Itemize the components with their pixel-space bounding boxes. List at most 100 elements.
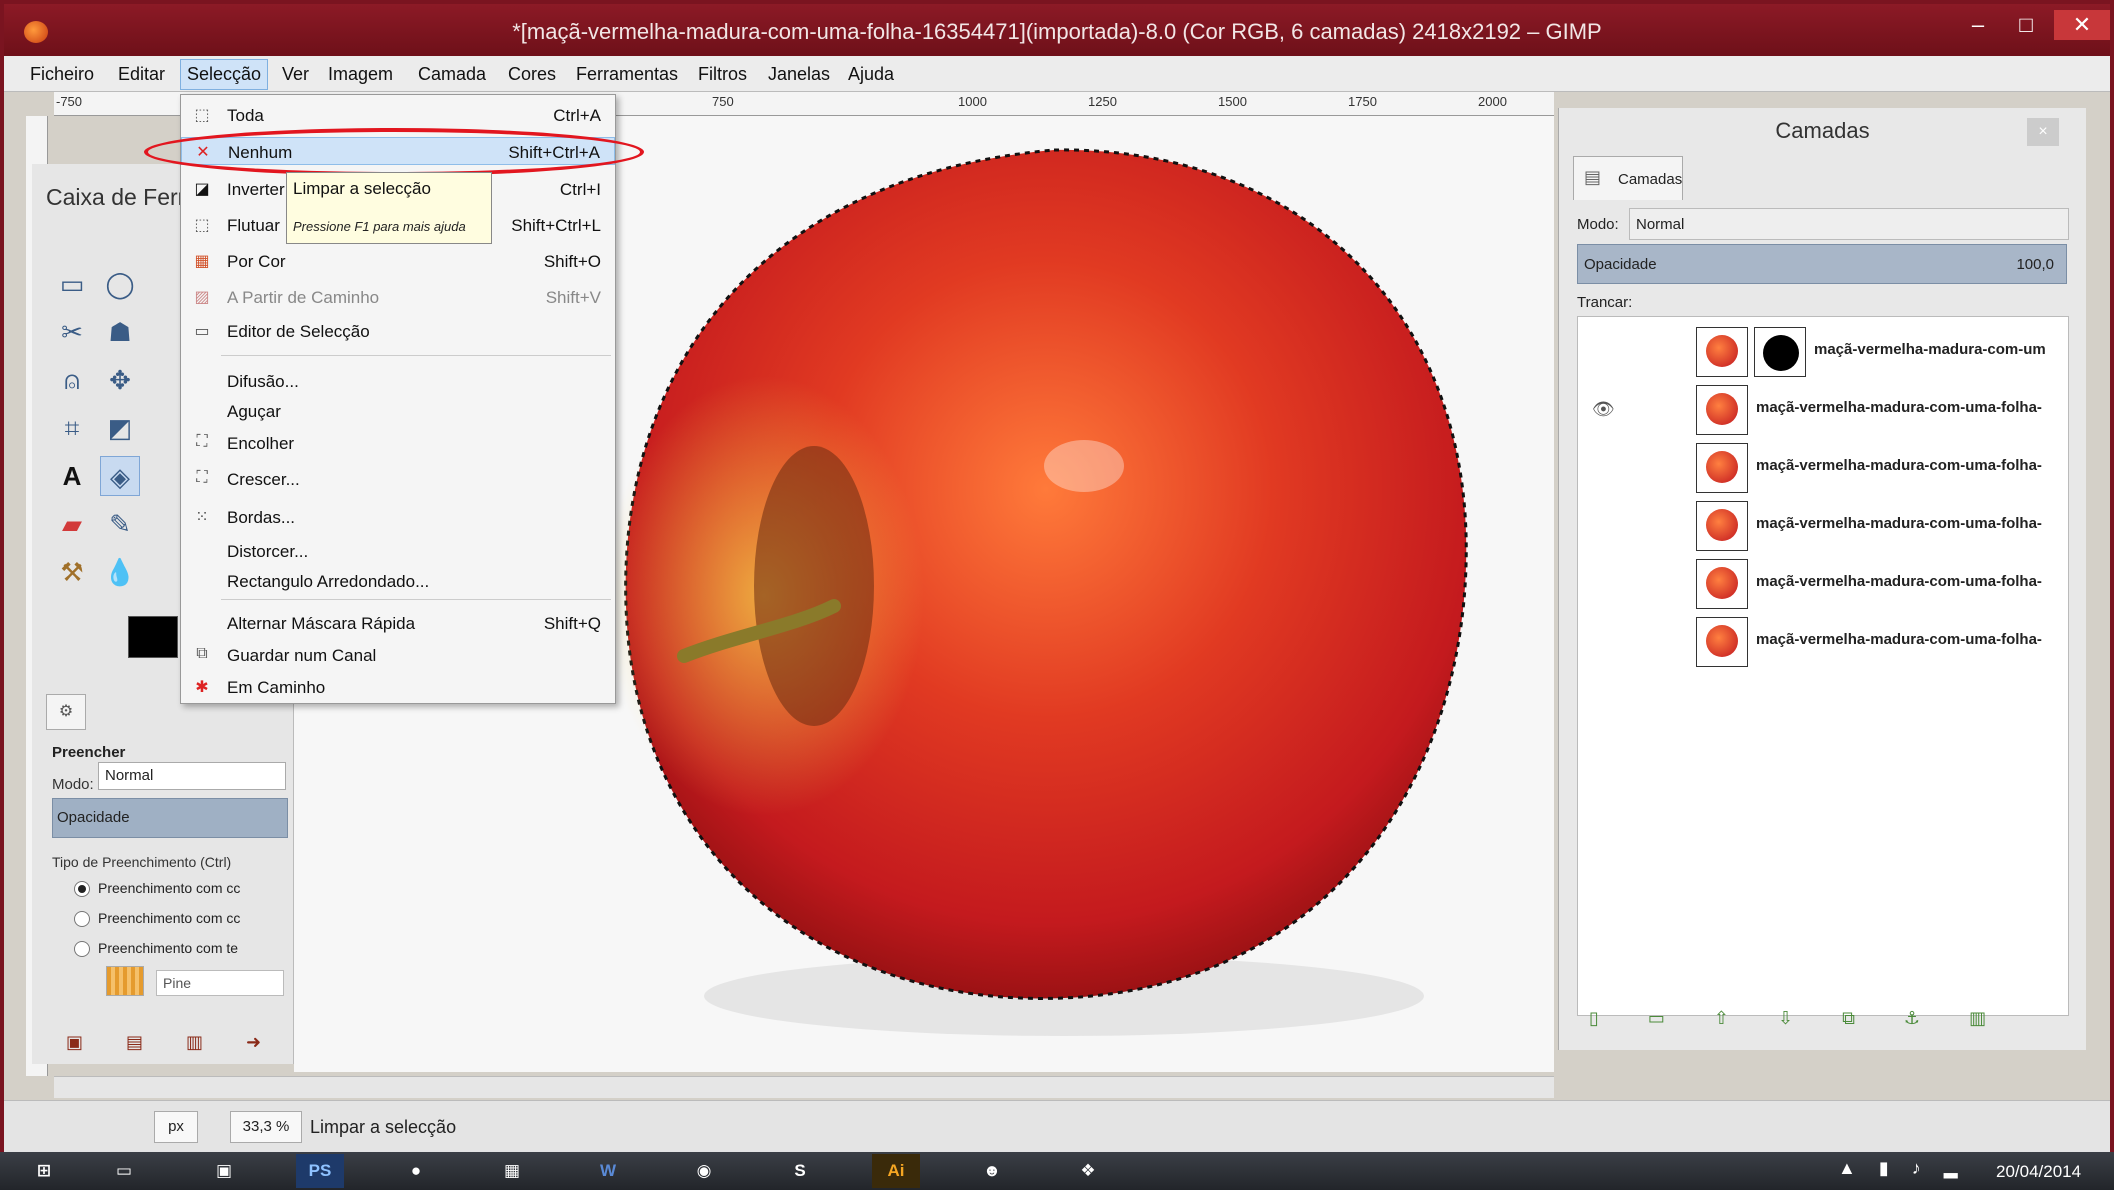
menu-ficheiro[interactable]: Ficheiro <box>30 64 94 85</box>
menu-item-distorcer[interactable]: Distorcer... <box>181 537 615 565</box>
eraser-icon[interactable]: ▰ <box>52 504 92 544</box>
blur-icon[interactable]: 💧 <box>100 552 140 592</box>
menu-ferramentas[interactable]: Ferramentas <box>576 64 678 85</box>
dock-close-button[interactable]: × <box>2027 118 2059 146</box>
mode-dropdown[interactable]: Normal <box>98 762 286 790</box>
taskbar-app-icon[interactable]: ❖ <box>1064 1154 1112 1188</box>
pattern-swatch[interactable] <box>106 966 144 996</box>
skype-icon[interactable]: S <box>776 1154 824 1188</box>
layer-thumbnail <box>1696 559 1748 609</box>
gimp-taskbar-icon[interactable]: ☻ <box>968 1154 1016 1188</box>
perspective-icon[interactable]: ◩ <box>100 408 140 448</box>
fill-option-label: Preenchimento com cc <box>98 910 241 926</box>
maximize-button[interactable]: □ <box>2004 10 2048 40</box>
menu-item-label: Flutuar <box>227 216 280 235</box>
layer-row[interactable]: maçã-vermelha-madura-com-uma-folha- <box>1578 613 2068 669</box>
unit-dropdown[interactable]: px <box>154 1111 198 1143</box>
tool-options-tab[interactable]: ⚙ <box>46 694 86 730</box>
crop-icon[interactable]: ⌗ <box>52 408 92 448</box>
menu-item-label: Toda <box>227 106 264 125</box>
paths-icon[interactable]: ⍝ <box>52 360 92 400</box>
menu-janelas[interactable]: Janelas <box>768 64 830 85</box>
layers-list: maçã-vermelha-madura-com-um 👁 maçã-verme… <box>1577 316 2069 1016</box>
foreground-color-swatch[interactable] <box>128 616 178 658</box>
word-icon[interactable]: W <box>584 1154 632 1188</box>
start-button-icon[interactable]: ⊞ <box>20 1154 68 1188</box>
menu-item-rectangulo-arredondado[interactable]: Rectangulo Arredondado... <box>181 567 615 595</box>
move-icon[interactable]: ✥ <box>100 360 140 400</box>
close-button[interactable]: ✕ <box>2054 10 2110 40</box>
tab-camadas[interactable]: ▤ Camadas <box>1573 156 1683 200</box>
layers-mode-dropdown[interactable]: Normal <box>1629 208 2069 240</box>
menu-item-bordas[interactable]: ⁙ Bordas... <box>181 503 615 531</box>
menu-item-label: Editor de Selecção <box>227 322 370 341</box>
menu-ajuda[interactable]: Ajuda <box>848 64 894 85</box>
layer-name: maçã-vermelha-madura-com-uma-folha- <box>1756 631 2042 648</box>
bucket-fill-icon[interactable]: ◈ <box>100 456 140 496</box>
layers-opacity-slider[interactable]: Opacidade 100,0 <box>1577 244 2067 284</box>
menu-item-label: Aguçar <box>227 402 281 421</box>
menu-item-guardar-num-canal[interactable]: ⧉ Guardar num Canal <box>181 641 615 669</box>
scissors-icon[interactable]: ✂ <box>52 312 92 352</box>
menu-item-shortcut: Ctrl+A <box>553 106 601 125</box>
tool-options-actions[interactable]: ▣ ▤ ▥ ➜ <box>66 1032 261 1053</box>
zoom-dropdown[interactable]: 33,3 % <box>230 1111 302 1143</box>
taskbar-app-icon[interactable]: ▣ <box>200 1154 248 1188</box>
menu-item-em-caminho[interactable]: ✱ Em Caminho <box>181 673 615 701</box>
visibility-eye-icon[interactable]: 👁 <box>1592 399 1615 420</box>
menu-item-agucar[interactable]: Aguçar <box>181 397 615 425</box>
pattern-name-field[interactable]: Pine <box>156 970 284 996</box>
layer-row[interactable]: maçã-vermelha-madura-com-um <box>1578 323 2068 379</box>
menu-ver[interactable]: Ver <box>282 64 309 85</box>
layer-name: maçã-vermelha-madura-com-uma-folha- <box>1756 573 2042 590</box>
menu-item-shortcut: Shift+Ctrl+L <box>511 216 601 235</box>
text-tool-icon[interactable]: A <box>52 456 92 496</box>
menu-cores[interactable]: Cores <box>508 64 556 85</box>
menu-item-a-partir-de-caminho[interactable]: ▨ A Partir de Caminho Shift+V <box>181 283 615 311</box>
fill-type-label: Tipo de Preenchimento (Ctrl) <box>52 854 232 870</box>
menu-item-alternar-mascara-rapida[interactable]: Alternar Máscara Rápida Shift+Q <box>181 609 615 637</box>
taskbar-app-icon[interactable]: ▦ <box>488 1154 536 1188</box>
foreground-select-icon[interactable]: ☗ <box>100 312 140 352</box>
layer-actions-bar[interactable]: ▯ ▭ ⇧ ⇩ ⧉ ⚓ ▥ <box>1589 1008 1986 1029</box>
file-explorer-icon[interactable]: ▭ <box>100 1154 148 1188</box>
photoshop-icon[interactable]: PS <box>296 1154 344 1188</box>
menu-item-toda[interactable]: ⬚ Toda Ctrl+A <box>181 101 615 129</box>
menu-item-encolher[interactable]: ⛶ Encolher <box>181 429 615 457</box>
clock-date[interactable]: 20/04/2014 <box>1996 1162 2081 1182</box>
fill-option-radio[interactable]: Preenchimento com te <box>74 940 274 958</box>
horizontal-scrollbar[interactable] <box>54 1076 1554 1098</box>
menu-imagem[interactable]: Imagem <box>328 64 393 85</box>
menu-camada[interactable]: Camada <box>418 64 486 85</box>
fill-option-radio[interactable]: Preenchimento com cc <box>74 910 274 928</box>
menu-item-shortcut: Shift+O <box>543 252 601 271</box>
title-bar[interactable]: *[maçã-vermelha-madura-com-uma-folha-163… <box>4 4 2110 56</box>
tooltip-text: Limpar a selecção <box>293 179 431 198</box>
clone-icon[interactable]: ⚒ <box>52 552 92 592</box>
airbrush-icon[interactable]: ✎ <box>100 504 140 544</box>
menu-item-por-cor[interactable]: ▦ Por Cor Shift+O <box>181 247 615 275</box>
layer-row[interactable]: maçã-vermelha-madura-com-uma-folha- <box>1578 439 2068 495</box>
menu-editar[interactable]: Editar <box>118 64 165 85</box>
menu-item-editor-de-seleccao[interactable]: ▭ Editor de Selecção <box>181 317 615 345</box>
menu-item-difusao[interactable]: Difusão... <box>181 367 615 395</box>
ruler-tick: 750 <box>712 94 734 109</box>
opacity-slider[interactable]: Opacidade <box>52 798 288 838</box>
layer-row[interactable]: maçã-vermelha-madura-com-uma-folha- <box>1578 497 2068 553</box>
menu-item-label: Crescer... <box>227 470 300 489</box>
ellipse-select-icon[interactable]: ◯ <box>100 264 140 304</box>
menu-filtros[interactable]: Filtros <box>698 64 747 85</box>
chrome-icon[interactable]: ◉ <box>680 1154 728 1188</box>
opacity-value: 100,0 <box>2016 256 2054 273</box>
system-tray[interactable]: ▲ ▮ ♪ ▂ <box>1838 1158 1958 1179</box>
illustrator-icon[interactable]: Ai <box>872 1154 920 1188</box>
menu-seleccao[interactable]: Selecção <box>180 59 269 90</box>
menu-item-label: Guardar num Canal <box>227 646 377 665</box>
minimize-button[interactable]: – <box>1956 10 2000 40</box>
layer-row[interactable]: 👁 maçã-vermelha-madura-com-uma-folha- <box>1578 381 2068 437</box>
fill-option-radio[interactable]: Preenchimento com cc <box>74 880 274 898</box>
layer-row[interactable]: maçã-vermelha-madura-com-uma-folha- <box>1578 555 2068 611</box>
rect-select-icon[interactable]: ▭ <box>52 264 92 304</box>
taskbar-app-icon[interactable]: ● <box>392 1154 440 1188</box>
menu-item-crescer[interactable]: ⛶ Crescer... <box>181 465 615 493</box>
